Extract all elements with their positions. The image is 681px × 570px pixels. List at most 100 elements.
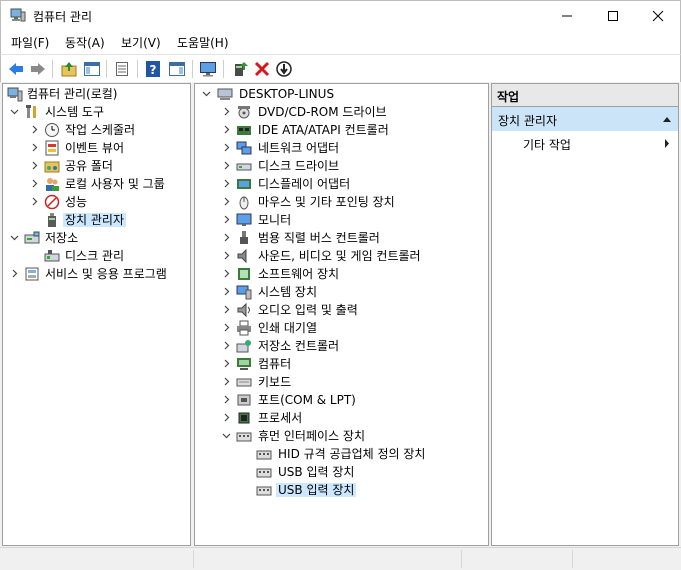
up-one-level-button[interactable] bbox=[59, 59, 79, 79]
menu-view[interactable]: 보기(V) bbox=[121, 34, 161, 51]
chevron-right-icon[interactable] bbox=[221, 412, 232, 423]
action-more-actions[interactable]: 기타 작업 bbox=[492, 132, 678, 154]
chevron-right-icon[interactable] bbox=[221, 214, 232, 225]
tree-item-event-viewer[interactable]: 이벤트 뷰어 bbox=[3, 139, 190, 157]
device-category-label: 저장소 컨트롤러 bbox=[258, 339, 340, 353]
device-category[interactable]: 오디오 입력 및 출력 bbox=[195, 301, 488, 319]
device-category[interactable]: 컴퓨터 bbox=[195, 355, 488, 373]
device-category-label: 범용 직렬 버스 컨트롤러 bbox=[258, 231, 380, 245]
device-category[interactable]: 휴먼 인터페이스 장치 bbox=[195, 427, 488, 445]
forward-button[interactable] bbox=[28, 59, 48, 79]
hid-icon bbox=[256, 468, 272, 478]
chevron-right-icon[interactable] bbox=[221, 286, 232, 297]
device-category[interactable]: 포트(COM & LPT) bbox=[195, 391, 488, 409]
chevron-right-icon[interactable] bbox=[221, 322, 232, 333]
show-action-pane-button[interactable] bbox=[167, 59, 187, 79]
chevron-right-icon[interactable] bbox=[221, 196, 232, 207]
hid-device-item[interactable]: USB 입력 장치 bbox=[195, 481, 488, 499]
tree-item-services-applications[interactable]: 서비스 및 응용 프로그램 bbox=[3, 265, 190, 283]
chevron-right-icon[interactable] bbox=[29, 142, 40, 153]
export-list-button[interactable] bbox=[112, 59, 132, 79]
tree-item-local-users-groups[interactable]: 로컬 사용자 및 그룹 bbox=[3, 175, 190, 193]
chevron-right-icon[interactable] bbox=[221, 358, 232, 369]
device-category[interactable]: DVD/CD-ROM 드라이브 bbox=[195, 103, 488, 121]
tree-item-task-scheduler[interactable]: 작업 스케줄러 bbox=[3, 121, 190, 139]
clock-icon bbox=[45, 123, 59, 137]
help-button[interactable]: ? bbox=[143, 59, 163, 79]
collapse-up-icon[interactable] bbox=[662, 115, 672, 123]
chevron-right-icon[interactable] bbox=[29, 196, 40, 207]
tree-item-system-tools[interactable]: 시스템 도구 bbox=[3, 103, 190, 121]
device-category[interactable]: 네트워크 어댑터 bbox=[195, 139, 488, 157]
chevron-right-icon[interactable] bbox=[29, 160, 40, 171]
chevron-right-icon[interactable] bbox=[221, 142, 232, 153]
hid-device-item[interactable]: HID 규격 공급업체 정의 장치 bbox=[195, 445, 488, 463]
uninstall-device-button[interactable] bbox=[252, 59, 272, 79]
device-category[interactable]: 키보드 bbox=[195, 373, 488, 391]
device-category[interactable]: IDE ATA/ATAPI 컨트롤러 bbox=[195, 121, 488, 139]
show-hide-console-tree-button[interactable] bbox=[82, 59, 102, 79]
device-category[interactable]: 사운드, 비디오 및 게임 컨트롤러 bbox=[195, 247, 488, 265]
device-category[interactable]: 시스템 장치 bbox=[195, 283, 488, 301]
device-category[interactable]: 인쇄 대기열 bbox=[195, 319, 488, 337]
tree-item-shared-folders[interactable]: 공유 폴더 bbox=[3, 157, 190, 175]
printer-icon bbox=[237, 320, 251, 336]
device-category[interactable]: 프로세서 bbox=[195, 409, 488, 427]
disk-management-icon bbox=[44, 250, 60, 262]
actions-section-device-manager[interactable]: 장치 관리자 bbox=[492, 107, 678, 131]
device-category[interactable]: 모니터 bbox=[195, 211, 488, 229]
tree-item-performance[interactable]: 성능 bbox=[3, 193, 190, 211]
chevron-right-icon[interactable] bbox=[221, 394, 232, 405]
menu-action[interactable]: 동작(A) bbox=[65, 34, 105, 51]
chevron-down-icon[interactable] bbox=[221, 430, 232, 441]
tree-item-computer-management[interactable]: 컴퓨터 관리(로컬) bbox=[3, 85, 190, 103]
back-button[interactable] bbox=[6, 59, 26, 79]
device-tree-root[interactable]: DESKTOP-LINUS bbox=[195, 85, 488, 103]
hid-device-label: HID 규격 공급업체 정의 장치 bbox=[278, 447, 426, 461]
tree-item-disk-management[interactable]: 디스크 관리 bbox=[3, 247, 190, 265]
chevron-right-icon[interactable] bbox=[29, 178, 40, 189]
menu-help[interactable]: 도움말(H) bbox=[177, 34, 229, 51]
chevron-right-icon[interactable] bbox=[221, 178, 232, 189]
chevron-right-icon[interactable] bbox=[221, 124, 232, 135]
device-category[interactable]: 디스크 드라이브 bbox=[195, 157, 488, 175]
chevron-down-icon[interactable] bbox=[9, 106, 20, 117]
chevron-right-icon[interactable] bbox=[221, 376, 232, 387]
mouse-icon bbox=[239, 196, 249, 210]
chevron-right-icon[interactable] bbox=[221, 250, 232, 261]
chevron-right-icon[interactable] bbox=[221, 340, 232, 351]
chevron-right-icon[interactable] bbox=[221, 160, 232, 171]
maximize-button[interactable] bbox=[590, 1, 636, 31]
disable-device-button[interactable] bbox=[274, 59, 294, 79]
performance-icon bbox=[44, 194, 60, 210]
tree-item-device-manager[interactable]: 장치 관리자 bbox=[3, 211, 190, 229]
chevron-right-icon[interactable] bbox=[221, 106, 232, 117]
chevron-right-icon[interactable] bbox=[221, 232, 232, 243]
device-category[interactable]: 디스플레이 어댑터 bbox=[195, 175, 488, 193]
event-viewer-icon bbox=[45, 140, 59, 156]
device-category-label: IDE ATA/ATAPI 컨트롤러 bbox=[258, 123, 389, 137]
services-icon bbox=[25, 267, 39, 281]
chevron-right-icon[interactable] bbox=[9, 268, 20, 279]
minimize-button[interactable] bbox=[544, 1, 590, 31]
port-icon bbox=[237, 394, 251, 406]
close-button[interactable] bbox=[635, 1, 681, 31]
tree-item-storage[interactable]: 저장소 bbox=[3, 229, 190, 247]
scan-hardware-button[interactable] bbox=[198, 59, 218, 79]
device-category[interactable]: 범용 직렬 버스 컨트롤러 bbox=[195, 229, 488, 247]
chevron-right-icon[interactable] bbox=[221, 304, 232, 315]
computer-management-icon bbox=[10, 8, 26, 22]
hid-device-item[interactable]: USB 입력 장치 bbox=[195, 463, 488, 481]
chevron-down-icon[interactable] bbox=[201, 88, 212, 99]
update-driver-button[interactable] bbox=[230, 59, 250, 79]
device-category[interactable]: 마우스 및 기타 포인팅 장치 bbox=[195, 193, 488, 211]
storage-icon bbox=[24, 231, 40, 244]
device-category[interactable]: 소프트웨어 장치 bbox=[195, 265, 488, 283]
status-divider bbox=[461, 550, 462, 568]
device-category-label: 인쇄 대기열 bbox=[258, 321, 318, 335]
chevron-right-icon[interactable] bbox=[29, 124, 40, 135]
chevron-right-icon[interactable] bbox=[221, 268, 232, 279]
device-category[interactable]: 저장소 컨트롤러 bbox=[195, 337, 488, 355]
menu-file[interactable]: 파일(F) bbox=[11, 34, 49, 51]
chevron-down-icon[interactable] bbox=[9, 232, 20, 243]
